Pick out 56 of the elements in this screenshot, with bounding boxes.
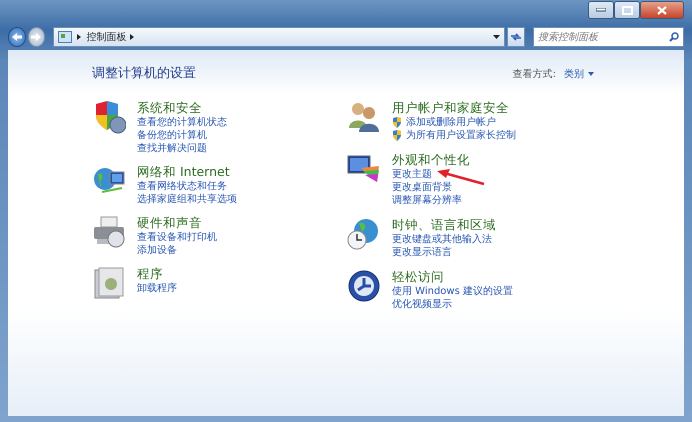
chevron-icon	[77, 34, 82, 40]
task-link[interactable]: 更改键盘或其他输入法	[392, 233, 492, 246]
category-link[interactable]: 时钟、语言和区域	[392, 217, 496, 233]
shield-icon	[392, 117, 402, 128]
back-arrow-icon	[10, 32, 23, 42]
task-link[interactable]: 更改桌面背景	[392, 181, 452, 194]
forward-arrow-icon	[30, 32, 42, 42]
accessibility-icon[interactable]	[347, 269, 381, 303]
printer-icon[interactable]	[92, 215, 126, 249]
close-icon	[657, 6, 667, 14]
maximize-button[interactable]	[614, 1, 640, 19]
task-link[interactable]: 查看您的计算机状态	[137, 116, 227, 129]
task-link[interactable]: 优化视频显示	[392, 298, 452, 311]
globe-clock-icon[interactable]	[347, 217, 381, 251]
chevron-icon	[130, 34, 134, 40]
task-link[interactable]: 查看网络状态和任务	[137, 180, 227, 193]
view-by-dropdown[interactable]: 类别	[564, 66, 594, 82]
task-link[interactable]: 卸载程序	[137, 282, 177, 295]
task-link[interactable]: 选择家庭组和共享选项	[137, 193, 237, 206]
back-button[interactable]	[8, 27, 26, 47]
category-link[interactable]: 外观和个性化	[392, 152, 470, 168]
task-link[interactable]: 使用 Windows 建议的设置	[392, 285, 513, 298]
close-button[interactable]	[640, 1, 684, 19]
task-link[interactable]: 更改显示语言	[392, 246, 452, 259]
task-link[interactable]: 添加或删除用户帐户	[406, 116, 496, 129]
page-heading: 调整计算机的设置	[92, 65, 196, 84]
breadcrumb-item[interactable]: 控制面板	[86, 30, 126, 44]
task-link[interactable]: 调整屏幕分辨率	[392, 194, 462, 207]
refresh-icon	[510, 32, 522, 42]
address-bar[interactable]: 控制面板	[53, 27, 506, 47]
control-panel-icon	[58, 31, 72, 43]
category-link[interactable]: 轻松访问	[392, 269, 513, 285]
category-link[interactable]: 用户帐户和家庭安全	[392, 100, 516, 116]
task-link[interactable]: 为所有用户设置家长控制	[406, 129, 516, 142]
task-link[interactable]: 查看设备和打印机	[137, 231, 217, 244]
shield-icon	[392, 130, 402, 141]
program-box-icon[interactable]	[92, 266, 126, 300]
dropdown-icon[interactable]	[493, 35, 500, 39]
minimize-icon	[596, 8, 606, 12]
category-link[interactable]: 系统和安全	[137, 100, 227, 116]
view-by-label: 查看方式:	[512, 68, 556, 82]
task-link[interactable]: 备份您的计算机	[137, 129, 207, 142]
forward-button[interactable]	[28, 27, 46, 47]
maximize-icon	[622, 6, 632, 14]
refresh-button[interactable]	[507, 27, 525, 47]
minimize-button[interactable]	[588, 1, 614, 19]
task-link[interactable]: 查找并解决问题	[137, 142, 207, 155]
users-icon[interactable]	[347, 100, 381, 134]
category-link[interactable]: 硬件和声音	[137, 215, 217, 231]
task-link[interactable]: 更改主题	[392, 168, 432, 181]
search-icon	[668, 32, 679, 42]
category-link[interactable]: 网络和 Internet	[137, 164, 237, 180]
category-link[interactable]: 程序	[137, 266, 177, 282]
search-field[interactable]: 搜索控制面板	[532, 27, 684, 47]
task-link[interactable]: 添加设备	[137, 244, 177, 257]
caret-icon	[588, 72, 594, 76]
